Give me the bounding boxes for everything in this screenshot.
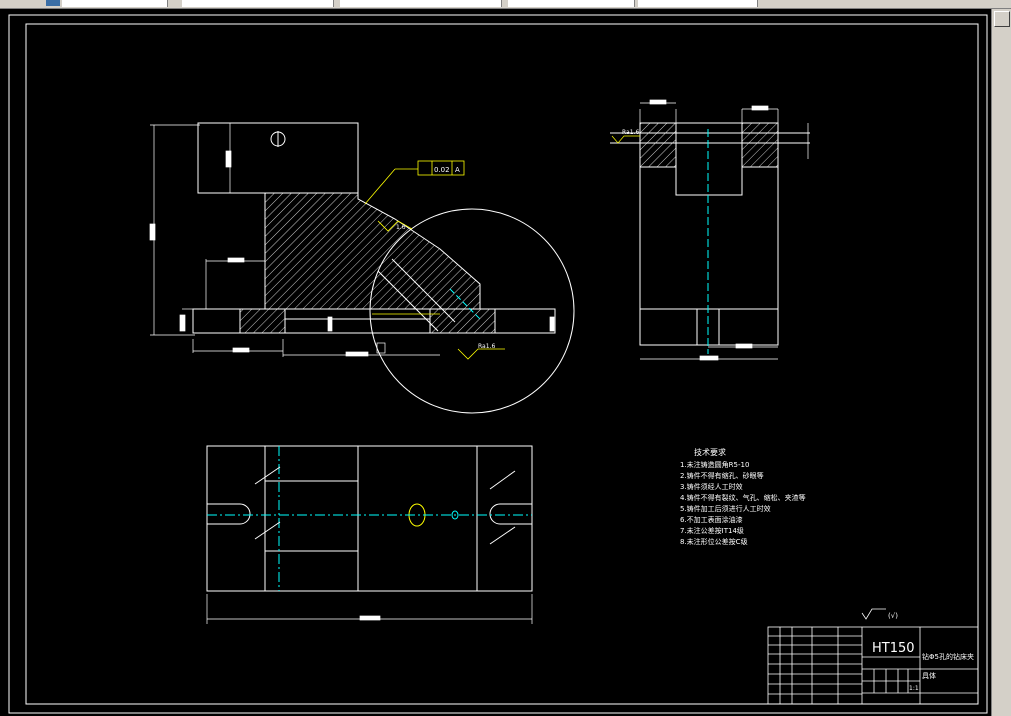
window-tab-bar [0,0,1011,9]
roughness-side: Ra1.6 [622,129,639,136]
window-tab-2[interactable] [182,0,334,7]
roughness-bottom: Ra1.6 [478,343,495,350]
part-name-line-2: 具体 [922,671,936,680]
tech-note-3: 3.铸件须经人工时效 [680,482,743,491]
window-tab-4[interactable] [508,0,635,7]
window-tab-5[interactable] [638,0,758,7]
window-tab-3[interactable] [340,0,502,7]
part-name-line-1: 钻Φ5孔的钻床夹 [922,652,974,661]
tolerance-value: 0.02 [434,166,450,174]
scale-value: 1:1 [909,685,919,692]
material-label: HT150 [872,641,915,656]
top-view-dimensions [206,594,533,624]
inner-frame [25,23,979,705]
top-view [206,445,533,592]
outer-frame [8,14,988,714]
front-view [192,122,575,414]
roughness-incline: 1.6 [396,224,406,231]
general-roughness: (√) [861,608,898,620]
title-block [767,626,979,705]
cad-drawing-canvas[interactable]: 0.02 A Ra1.6 1.6 Ra1.6 技术要求 1.未注铸造圆角R5-1… [0,9,990,716]
tech-note-6: 6.不加工表面涂油漆 [680,515,743,524]
tech-notes-title: 技术要求 [694,447,726,457]
file-icon [46,0,60,6]
side-view [610,122,810,354]
technical-requirements: 技术要求 1.未注铸造圆角R5-10 2.铸件不得有缩孔、砂眼等 3.铸件须经人… [680,447,806,546]
datum-label: A [455,166,460,174]
scroll-up-arrow-icon[interactable] [994,11,1010,27]
tech-note-4: 4.铸件不得有裂纹、气孔、缩松、夹渣等 [680,493,806,502]
vertical-scrollbar[interactable] [991,9,1011,716]
window-tab-1[interactable] [62,0,168,7]
tech-note-5: 5.铸件加工后须进行人工时效 [680,504,771,513]
tech-note-2: 2.铸件不得有缩孔、砂眼等 [680,471,764,480]
general-roughness-note: (√) [888,612,898,620]
tech-note-1: 1.未注铸造圆角R5-10 [680,460,749,469]
tech-note-7: 7.未注公差按IT14级 [680,526,744,535]
tech-note-8: 8.未注形位公差按C级 [680,537,748,546]
